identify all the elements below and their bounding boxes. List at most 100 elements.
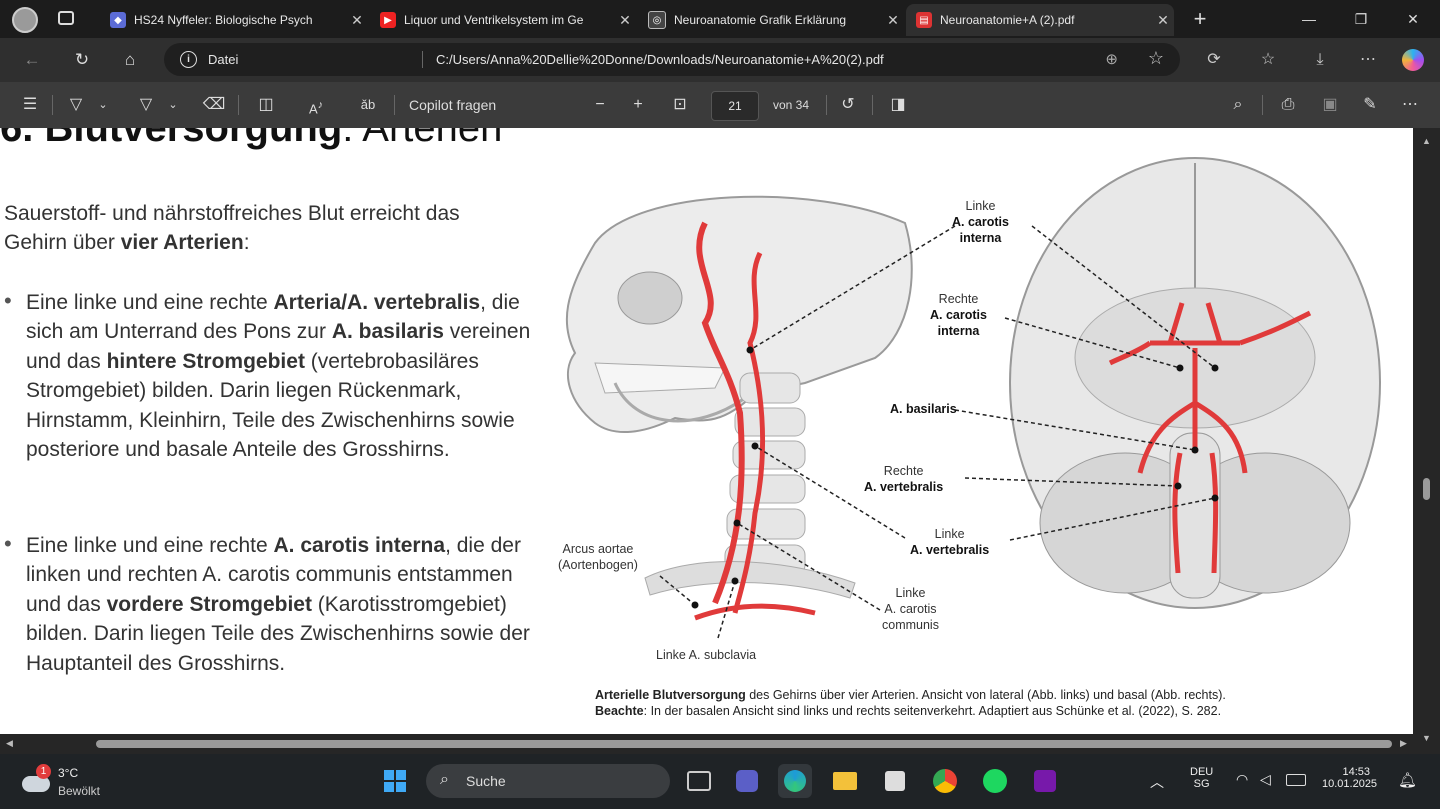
rotate-icon[interactable]: ↺ [836,93,860,117]
close-window-button[interactable]: ✕ [1390,6,1436,32]
save-icon[interactable]: ▣ [1318,93,1342,117]
url-separator [422,51,423,68]
language-indicator[interactable]: DEU SG [1190,766,1213,790]
print-icon[interactable]: ⎙ [1276,93,1300,117]
more-options-icon[interactable]: ⋯ [1354,46,1382,74]
edge-icon[interactable] [778,764,812,798]
label-arcus-aortae: Arcus aortae (Aortenbogen) [558,542,638,572]
favorites-icon[interactable]: ☆ [1254,46,1282,74]
weather-widget[interactable]: 1 3°C Bewölkt [18,762,128,802]
windows-start-icon[interactable] [378,764,412,798]
chevron-down-icon[interactable]: ⌄ [166,93,180,117]
browser-titlebar: ◆ HS24 Nyffeler: Biologische Psych ✕ ▶ L… [0,0,1440,38]
copilot-icon[interactable] [1402,49,1424,71]
search-placeholder: Suche [466,773,506,789]
scroll-down-arrow-icon[interactable]: ▼ [1422,733,1431,743]
zoom-icon[interactable]: ⊕ [1105,50,1118,68]
read-aloud-icon[interactable]: A♪ [304,93,328,117]
copilot-ask-button[interactable]: Copilot fragen [409,93,519,117]
restore-button[interactable]: ❐ [1338,6,1384,32]
scroll-left-arrow-icon[interactable]: ◀ [6,738,13,749]
pdf-page: 6. Blutversorgung: Arterien Sauerstoff- … [0,128,1413,734]
horizontal-scrollbar[interactable]: ◀ ▶ [0,734,1413,754]
toolbar-divider [238,95,239,115]
scroll-right-arrow-icon[interactable]: ▶ [1400,738,1407,749]
battery-icon[interactable] [1286,774,1306,786]
label-rechte-vertebralis: Rechte A. vertebralis [864,464,944,494]
pdf-toolbar: ☰ ▽ ⌄ ▽ ⌄ ⌫ ◫ A♪ ǎb Copilot fragen − + ⊡… [0,82,1440,128]
spotify-icon[interactable] [978,764,1012,798]
youtube-icon: ▶ [380,12,396,28]
tab-close-icon[interactable]: ✕ [1152,12,1174,29]
two-page-view-icon[interactable]: ◨ [886,93,910,117]
toolbar-divider [394,95,395,115]
workspaces-icon[interactable] [58,11,74,25]
task-view-icon[interactable] [682,764,716,798]
tab-neuroanatomie-pdf[interactable]: ▤ Neuroanatomie+A (2).pdf ✕ [906,4,1174,36]
url-field[interactable]: i Datei C:/Users/Anna%20Dellie%20Donne/D… [164,43,1180,76]
wifi-icon[interactable]: ◠ [1236,771,1248,788]
tab-title: HS24 Nyffeler: Biologische Psych [134,13,313,27]
more-tools-icon[interactable]: ⋯ [1398,93,1422,117]
minimize-button[interactable]: — [1286,6,1332,32]
draw-icon[interactable]: ▽ [134,93,158,117]
clock[interactable]: 14:53 10.01.2025 [1322,766,1377,790]
vertical-scroll-thumb[interactable] [1423,478,1430,500]
new-tab-button[interactable]: + [1186,6,1214,32]
tab-biologische-psych[interactable]: ◆ HS24 Nyffeler: Biologische Psych ✕ [100,4,368,36]
eraser-icon[interactable]: ⌫ [202,93,226,117]
label-basilaris: A. basilaris [890,402,957,416]
page-number-input[interactable]: 21 [711,91,759,121]
info-icon[interactable]: i [180,51,197,68]
toolbar-divider [52,95,53,115]
downloads-icon[interactable]: ⤓ [1306,46,1334,74]
pdf-icon: ▤ [916,12,932,28]
onenote-icon[interactable] [1028,764,1062,798]
notification-bell-icon[interactable]: 🔔︎ [1398,771,1417,789]
toolbar-divider [1262,95,1263,115]
tab-close-icon[interactable]: ✕ [346,12,368,29]
extensions-icon[interactable]: ⟳ [1200,46,1228,74]
page-view-icon[interactable]: ◫ [254,93,278,117]
back-arrow-icon[interactable]: ← [18,46,46,74]
horizontal-scroll-thumb[interactable] [96,740,1392,748]
profile-avatar[interactable] [12,7,38,33]
label-linke-carotis-communis: Linke A. carotis communis [882,586,939,632]
figure-caption: Arterielle Blutversorgung des Gehirns üb… [595,688,1226,718]
zoom-in-icon[interactable]: + [626,93,650,117]
tab-favicon: ◎ [648,11,666,29]
show-hidden-icons-chevron-icon[interactable]: ︿ [1150,772,1164,792]
address-bar: ← ↻ ⌂ i Datei C:/Users/Anna%20Dellie%20D… [0,38,1440,82]
teams-icon[interactable] [730,764,764,798]
weather-temp: 3°C [58,766,79,780]
save-as-icon[interactable]: ✎ [1358,93,1382,117]
refresh-icon[interactable]: ↻ [68,46,96,74]
microsoft-store-icon[interactable] [878,764,912,798]
chevron-down-icon[interactable]: ⌄ [96,93,110,117]
highlight-icon[interactable]: ▽ [64,93,88,117]
label-linke-subclavia: Linke A. subclavia [656,648,757,662]
tab-close-icon[interactable]: ✕ [882,12,904,29]
favorite-star-icon[interactable]: ☆ [1148,48,1164,69]
url-text[interactable]: C:/Users/Anna%20Dellie%20Donne/Downloads… [436,52,884,67]
scroll-up-arrow-icon[interactable]: ▲ [1422,136,1431,146]
volume-icon[interactable]: ◁ [1260,771,1271,788]
translate-icon[interactable]: ǎb [354,93,382,117]
tab-title: Neuroanatomie+A (2).pdf [940,13,1075,27]
label-linke-carotis-interna: Linke A. carotis interna [952,199,1009,245]
vertical-scrollbar[interactable]: ▲ ▼ [1413,128,1440,754]
search-icon: ⌕ [440,771,449,788]
tab-liquor[interactable]: ▶ Liquor und Ventrikelsystem im Ge ✕ [370,4,636,36]
file-explorer-icon[interactable] [828,764,862,798]
chrome-icon[interactable] [928,764,962,798]
toolbar-divider [872,95,873,115]
contents-icon[interactable]: ☰ [18,93,42,117]
zoom-out-icon[interactable]: − [588,93,612,117]
tab-neuroanatomie-grafik[interactable]: ◎ Neuroanatomie Grafik Erklärung ✕ [638,4,904,36]
tab-close-icon[interactable]: ✕ [614,12,636,29]
fit-page-icon[interactable]: ⊡ [668,93,692,117]
toolbar-divider [826,95,827,115]
home-icon[interactable]: ⌂ [116,46,144,74]
taskbar-search[interactable]: ⌕ Suche [426,764,670,798]
search-icon[interactable]: ⌕ [1226,93,1250,117]
